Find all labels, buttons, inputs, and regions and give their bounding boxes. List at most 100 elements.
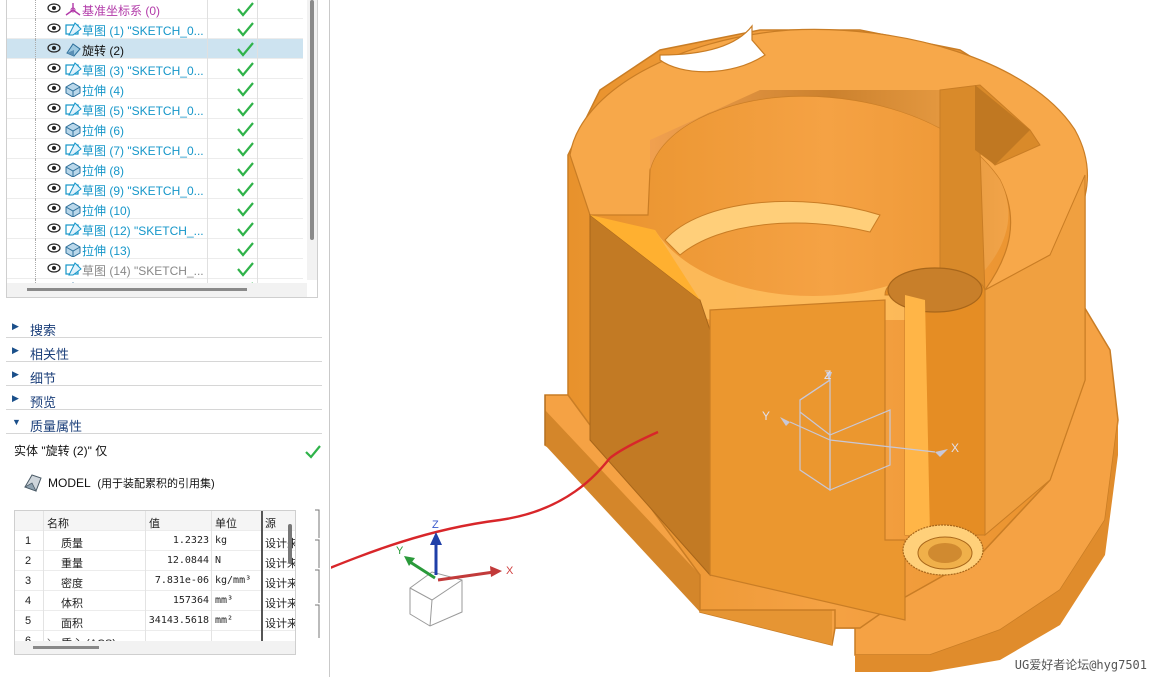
check-icon [237,222,254,237]
tree-item-label: 草图 (3) "SKETCH_0... [82,64,204,78]
extrude-icon [65,202,81,217]
visibility-eye-icon[interactable] [47,162,61,174]
tree-row[interactable]: 基准坐标系 (0) [7,0,303,19]
section-search[interactable]: ▶ 搜索 [6,316,322,338]
check-icon [237,262,254,277]
sketch-icon [65,62,82,76]
table-horizontal-scrollbar[interactable] [15,641,295,654]
tree-horizontal-scrollbar[interactable] [7,283,307,297]
property-name: 体积 [61,598,83,610]
view-triad[interactable]: Z X Y [396,519,514,627]
tree-row[interactable]: 草图 (7) "SKETCH_0... [7,139,303,159]
tree-row[interactable]: 草图 (3) "SKETCH_0... [7,59,303,79]
model-view[interactable]: Z Y X Z X Y [154,0,1149,677]
tree-item-label: 草图 (12) "SKETCH_... [82,224,204,238]
sketch-icon [65,182,82,196]
table-row[interactable]: 1 质量 1.2323 kg 设计来 [15,531,295,551]
part-navigator-panel: 基准坐标系 (0) 草图 (1) "SKETCH_0... 旋转 (2) 草图 (3)… [0,0,330,677]
section-mass-properties[interactable]: ▼ 质量属性 [6,412,322,434]
graphics-viewport[interactable]: Z Y X Z X Y UG爱好者论坛@hyg7501 [154,0,1149,677]
visibility-eye-icon[interactable] [47,42,61,54]
visibility-eye-icon[interactable] [47,2,61,14]
section-title: 搜索 [30,323,57,338]
sketch-icon [65,262,82,276]
row-index: 3 [25,575,32,587]
section-title: 细节 [30,371,57,386]
check-icon [237,182,254,197]
tree-row[interactable]: 草图 (12) "SKETCH_... [7,219,303,239]
property-name: 密度 [61,578,83,590]
sketch-icon [65,222,82,236]
triad-y-label: Y [396,545,404,557]
reference-set-icon [24,474,42,492]
extrude-icon [65,242,81,257]
tree-item-label: 草图 (14) "SKETCH_... [82,264,204,278]
property-value: 157364 [172,595,209,606]
row-index: 2 [25,555,32,567]
model-note: (用于装配累积的引用集) [97,478,215,490]
property-name: 面积 [61,618,83,630]
table-row[interactable]: 3 密度 7.831e-06 kg/mm³ 设计来 [15,571,295,591]
expand-arrow-icon: ▶ [12,393,19,403]
visibility-eye-icon[interactable] [47,22,61,34]
tree-row[interactable]: 草图 (14) "SKETCH_... [7,259,303,279]
table-row[interactable]: 5 面积 34143.5618 mm² 设计来 [15,611,295,631]
tree-row[interactable]: 拉伸 (8) [7,159,303,179]
collapse-arrow-icon: ▼ [12,417,21,427]
check-icon [237,2,254,17]
part-body[interactable] [544,24,1119,672]
visibility-eye-icon[interactable] [47,102,61,114]
property-name: 重量 [61,558,83,570]
column-brackets [315,509,320,638]
property-unit: N [215,555,222,566]
tree-item-label: 拉伸 (8) [82,164,125,178]
tree-row[interactable]: 草图 (9) "SKETCH_0... [7,179,303,199]
sketch-icon [65,22,82,36]
tree-item-label: 草图 (1) "SKETCH_0... [82,24,204,38]
tree-row[interactable]: 拉伸 (4) [7,79,303,99]
section-relations[interactable]: ▶ 相关性 [6,340,322,362]
table-row[interactable]: 4 体积 157364 mm³ 设计来 [15,591,295,611]
visibility-eye-icon[interactable] [47,122,61,134]
tree-row[interactable]: 拉伸 (10) [7,199,303,219]
check-icon [237,122,254,137]
visibility-eye-icon[interactable] [47,262,61,274]
visibility-eye-icon[interactable] [47,182,61,194]
section-details[interactable]: ▶ 细节 [6,364,322,386]
header-name: 名称 [47,518,69,530]
tree-row[interactable]: 草图 (1) "SKETCH_0... [7,19,303,39]
header-unit: 单位 [215,518,237,530]
table-vertical-scrollbar[interactable] [286,510,296,640]
visibility-eye-icon[interactable] [47,142,61,154]
table-row[interactable]: 2 重量 12.0844 N 设计来 [15,551,295,571]
check-icon [237,42,254,57]
model-name: MODEL [48,476,91,490]
visibility-eye-icon[interactable] [47,202,61,214]
tree-row[interactable]: 草图 (5) "SKETCH_0... [7,99,303,119]
red-annotation-stroke [154,430,659,608]
section-title: 相关性 [30,347,70,362]
visibility-eye-icon[interactable] [47,62,61,74]
tree-item-label: 拉伸 (10) [82,204,131,218]
tree-row[interactable]: 拉伸 (6) [7,119,303,139]
property-value: 12.0844 [166,555,209,566]
check-icon [237,242,254,257]
tree-row[interactable]: 旋转 (2) [7,39,303,59]
section-preview[interactable]: ▶ 预览 [6,388,322,410]
extrude-icon [65,162,81,177]
tree-item-label: 拉伸 (13) [82,244,131,258]
tree-row[interactable]: 拉伸 (13) [7,239,303,259]
visibility-eye-icon[interactable] [47,242,61,254]
property-value: 1.2323 [172,535,209,546]
watermark-text: UG爱好者论坛@hyg7501 [1014,658,1147,672]
check-icon [237,22,254,37]
section-title: 预览 [30,395,57,410]
visibility-eye-icon[interactable] [47,222,61,234]
visibility-eye-icon[interactable] [47,82,61,94]
tree-item-label: 草图 (5) "SKETCH_0... [82,104,204,118]
tree-item-label: 草图 (7) "SKETCH_0... [82,144,204,158]
property-value: 34143.5618 [148,615,209,626]
tree-vertical-scrollbar[interactable] [307,0,317,280]
solid-scope-label: 实体 "旋转 (2)" 仅 [14,444,108,458]
wcs-x-label: X [951,441,959,455]
